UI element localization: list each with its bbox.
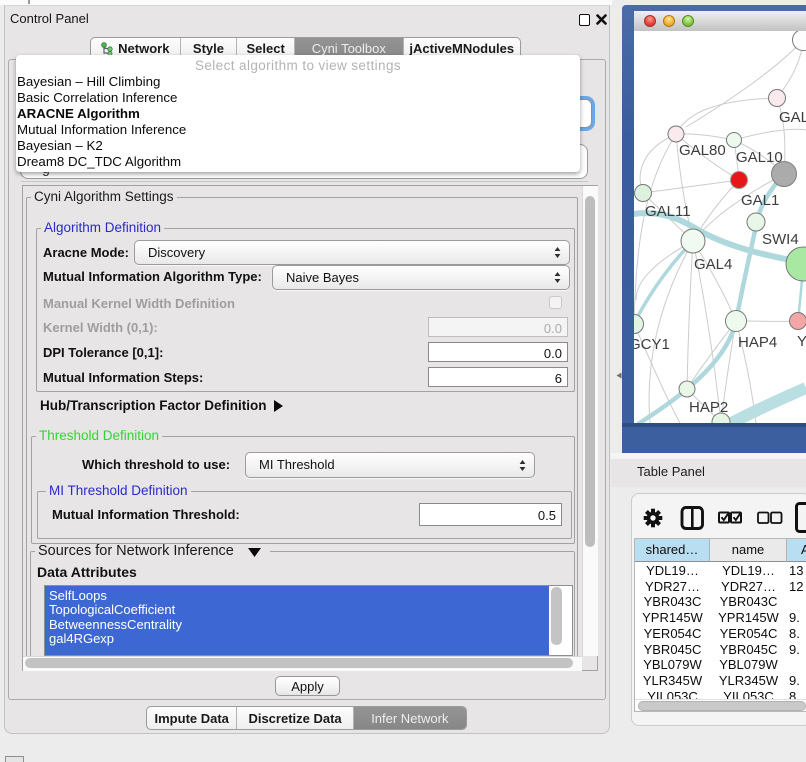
svg-text:GAL7: GAL7 (779, 109, 806, 126)
svg-text:YB: YB (797, 333, 806, 350)
svg-text:GAL80: GAL80 (679, 142, 726, 159)
svg-text:SWI4: SWI4 (762, 231, 799, 248)
svg-text:GAL4: GAL4 (694, 256, 732, 273)
svg-text:GAL11: GAL11 (645, 203, 691, 220)
svg-text:HAP2: HAP2 (689, 399, 728, 416)
svg-text:GCY1: GCY1 (634, 336, 670, 353)
svg-text:GAL10: GAL10 (736, 149, 783, 166)
svg-text:HAP4: HAP4 (738, 334, 777, 351)
svg-text:GAL1: GAL1 (741, 192, 779, 209)
